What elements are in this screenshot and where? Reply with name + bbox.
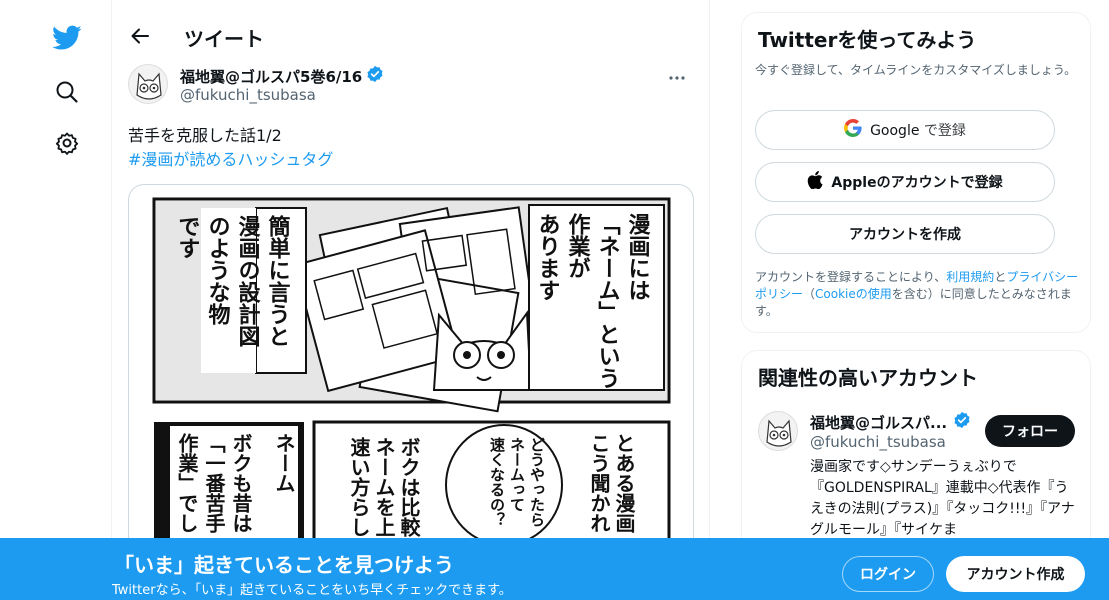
apple-signup-button[interactable]: Appleのアカウントで登録 xyxy=(755,162,1055,202)
tweet-header: ツイート xyxy=(112,14,710,58)
banner-create-account-button[interactable]: アカウント作成 xyxy=(946,556,1085,592)
google-signup-button[interactable]: Google で登録 xyxy=(755,110,1055,150)
comic-text-left-3: のような物 xyxy=(205,215,231,325)
cookie-link[interactable]: Cookieの使用 xyxy=(815,287,892,301)
apple-icon xyxy=(807,171,824,193)
author-name-text[interactable]: 福地翼@ゴルスパ5巻6/16 xyxy=(180,66,362,87)
related-name-text[interactable]: 福地翼@ゴルスパ... xyxy=(810,412,947,433)
banner-subtitle: Twitterなら、「いま」起きていることをいち早くチェックできます。 xyxy=(112,583,512,598)
tweet-author: 福地翼@ゴルスパ5巻6/16 @fukuchi_tsubasa xyxy=(128,64,694,108)
banner-title: 「いま」起きていることを見つけよう xyxy=(114,553,454,577)
comic-text-left-1: 簡単に言うと xyxy=(265,214,291,347)
page-title: ツイート xyxy=(184,27,264,51)
comic-text-p2-2: こう聞かれ xyxy=(587,433,611,533)
comic-text-p2-7: ネームを上 xyxy=(372,437,396,537)
related-account-handle[interactable]: @fukuchi_tsubasa xyxy=(810,433,946,451)
comic-text-p2-8: 速い方らし xyxy=(347,437,371,537)
related-account-bio: 漫画家です◇サンデーうぇぶりで『GOLDENSPIRAL』連載中◇代表作『うえき… xyxy=(810,459,1075,538)
left-nav xyxy=(0,0,112,600)
verified-badge-icon xyxy=(366,65,384,87)
comic-text-right-4: あります xyxy=(535,213,560,301)
legal-text: アカウントを登録することにより、利用規約とプライバシーポリシー（Cookieの使… xyxy=(755,269,1085,320)
tweet-text: 苦手を克服した話1/2 #漫画が読めるハッシュタグ xyxy=(128,124,333,172)
verified-badge-icon xyxy=(953,411,971,433)
comic-text-p2-6: ボクは比較 xyxy=(397,437,421,538)
comic-text-left-2: 漫画の設計図 xyxy=(235,215,261,347)
hashtag-link[interactable]: #漫画が読めるハッシュタグ xyxy=(128,148,333,172)
related-title: 関連性の高いアカウント xyxy=(758,366,978,390)
legal-and: と xyxy=(994,270,1007,284)
more-horizontal-icon[interactable] xyxy=(660,64,694,92)
comic-text-right-3: 作業が xyxy=(565,213,591,279)
avatar[interactable] xyxy=(758,411,798,451)
legal-prefix: アカウントを登録することにより、 xyxy=(755,270,947,284)
comic-text-left-4: です xyxy=(175,215,200,259)
google-label: Google xyxy=(870,123,920,139)
login-button[interactable]: ログイン xyxy=(842,556,934,592)
google-suffix: で登録 xyxy=(923,123,966,139)
author-handle[interactable]: @fukuchi_tsubasa xyxy=(180,86,316,104)
comic-text-p2-12: 作業」でし xyxy=(175,432,199,533)
right-column: Twitterを使ってみよう 今すぐ登録して、タイムラインをカスタマイズしましょ… xyxy=(741,12,1091,580)
comic-text-right-1: 漫画には xyxy=(625,213,651,301)
tweet-body: 苦手を克服した話1/2 xyxy=(128,126,282,145)
comic-text-p2-11: 「一番苦手 xyxy=(202,433,226,533)
terms-link[interactable]: 利用規約 xyxy=(946,270,994,284)
legal-paren: （ xyxy=(803,287,816,301)
signup-title: Twitterを使ってみよう xyxy=(758,28,977,52)
create-account-label: アカウントを作成 xyxy=(849,227,961,243)
twitter-logo-icon[interactable] xyxy=(47,18,87,58)
main-column: ツイート 福地翼@ゴルスパ5巻6/16 @fukuchi_tsubasa 苦手を… xyxy=(112,0,710,600)
comic-text-p2-3: どうやったら xyxy=(528,437,546,527)
comic-text-p2-10: ボクも昔は xyxy=(229,433,253,533)
search-icon[interactable] xyxy=(47,72,87,112)
comic-text-p2-4: ネームって xyxy=(508,437,526,512)
signup-banner: 「いま」起きていることを見つけよう Twitterなら、「いま」起きていることを… xyxy=(0,538,1109,600)
author-name[interactable]: 福地翼@ゴルスパ5巻6/16 xyxy=(180,65,384,87)
apple-label: Appleのアカウントで登録 xyxy=(831,175,1003,191)
signup-subtitle: 今すぐ登録して、タイムラインをカスタマイズしましょう。 xyxy=(755,63,1077,77)
google-icon xyxy=(844,119,862,141)
twitter-page: ツイート 福地翼@ゴルスパ5巻6/16 @fukuchi_tsubasa 苦手を… xyxy=(0,0,1109,600)
comic-text-p2-5: 速くなるの？ xyxy=(488,436,506,527)
avatar[interactable] xyxy=(128,64,168,104)
arrow-left-icon[interactable] xyxy=(124,20,156,52)
comic-text-p2-1: とある漫画 xyxy=(612,433,636,533)
signup-card: Twitterを使ってみよう 今すぐ登録して、タイムラインをカスタマイズしましょ… xyxy=(741,12,1091,333)
settings-icon[interactable] xyxy=(47,123,87,163)
create-account-button[interactable]: アカウントを作成 xyxy=(755,214,1055,254)
follow-button[interactable]: フォロー xyxy=(985,415,1075,447)
comic-text-p2-9: ネーム xyxy=(272,433,296,493)
comic-text-right-2: 「ネーム」という xyxy=(595,213,621,389)
related-account-name[interactable]: 福地翼@ゴルスパ... xyxy=(810,411,971,433)
